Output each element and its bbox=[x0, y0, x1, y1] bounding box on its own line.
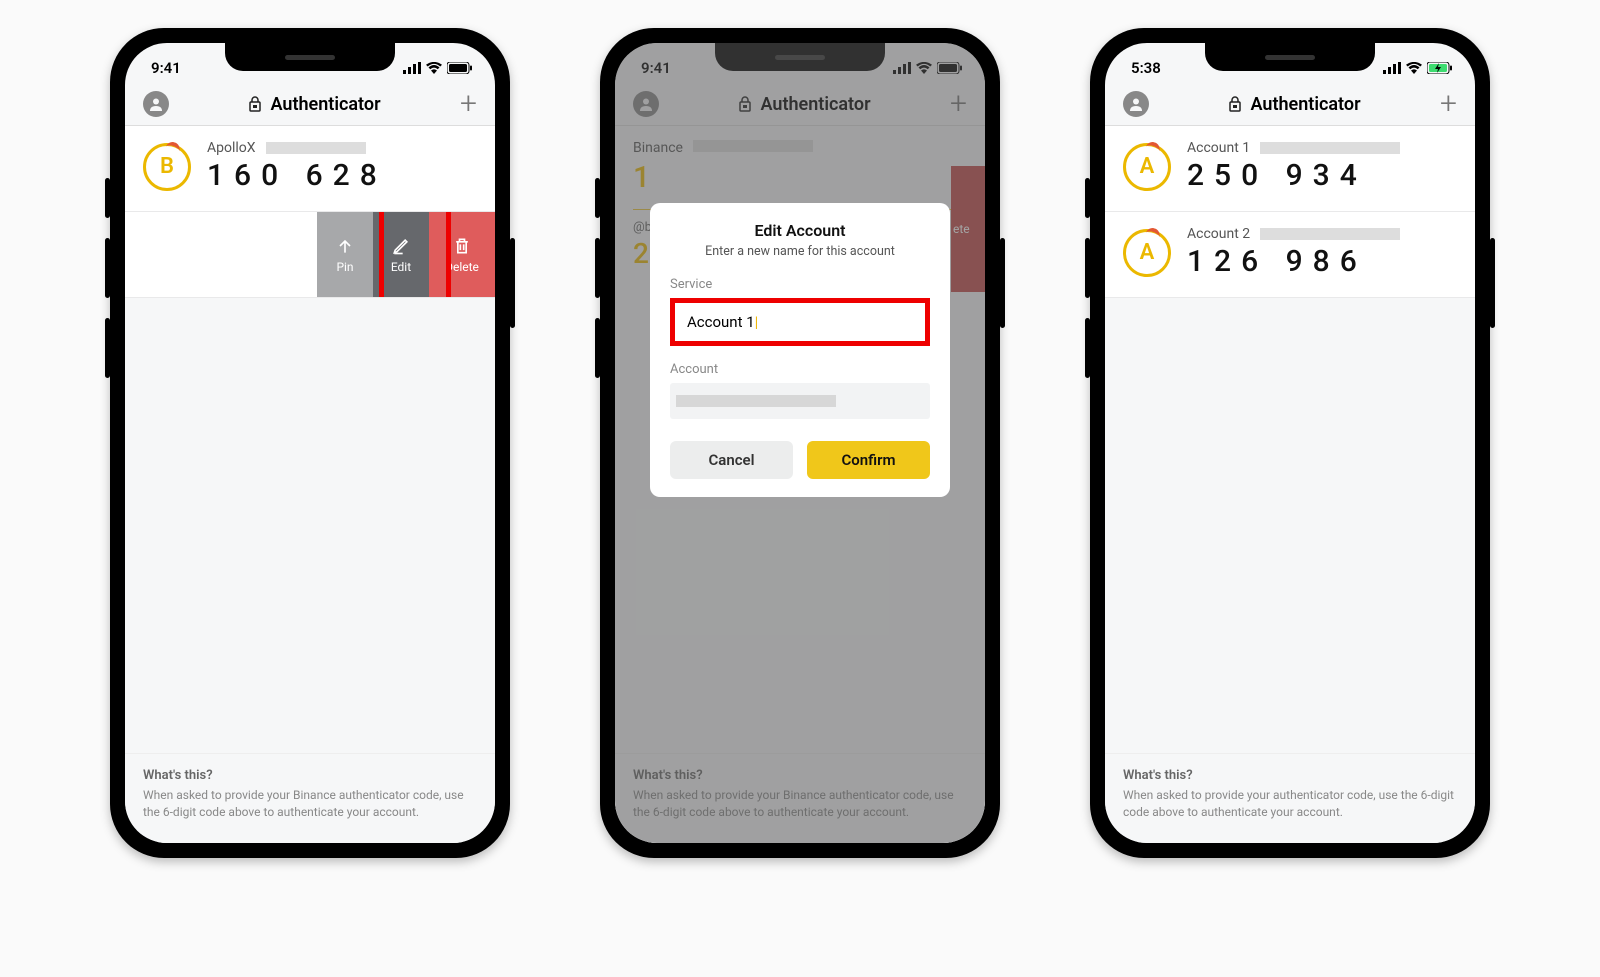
help-footer: What's this? When asked to provide your … bbox=[125, 753, 495, 843]
modal-subtitle: Enter a new name for this account bbox=[670, 244, 930, 259]
edit-button[interactable]: Edit bbox=[373, 212, 429, 297]
wifi-icon bbox=[426, 62, 442, 74]
help-title: What's this? bbox=[143, 768, 477, 783]
delete-button[interactable]: Delete bbox=[429, 212, 495, 297]
screen-3: 5:38 Authenticator + A Accou bbox=[1105, 43, 1475, 843]
account-card[interactable]: A Account 1 250 934 bbox=[1105, 126, 1475, 212]
help-body: When asked to provide your authenticator… bbox=[1123, 787, 1457, 821]
account-name: ApolloX bbox=[207, 140, 256, 156]
device-notch bbox=[225, 43, 395, 71]
cellular-icon bbox=[1383, 62, 1401, 74]
status-icons bbox=[403, 62, 473, 74]
totp-code: 126 986 bbox=[1187, 244, 1457, 279]
progress-ring: A bbox=[1123, 143, 1171, 191]
confirm-button[interactable]: Confirm bbox=[807, 441, 930, 479]
account-list[interactable]: A Account 1 250 934 A Account 2 126 986 bbox=[1105, 126, 1475, 753]
profile-button[interactable] bbox=[143, 91, 169, 117]
phone-frame-2: 9:41 Authenticator + Binance 1 bbox=[600, 28, 1000, 858]
phone-frame-3: 5:38 Authenticator + A Accou bbox=[1090, 28, 1490, 858]
cancel-button[interactable]: Cancel bbox=[670, 441, 793, 479]
account-name: Account 2 bbox=[1187, 226, 1250, 242]
edit-account-modal: Edit Account Enter a new name for this a… bbox=[650, 203, 950, 497]
totp-code: 250 934 bbox=[1187, 158, 1457, 193]
lock-icon bbox=[248, 96, 262, 112]
service-label: Service bbox=[670, 277, 930, 292]
status-time: 9:41 bbox=[151, 59, 181, 77]
lock-icon bbox=[1228, 96, 1242, 112]
device-notch bbox=[1205, 43, 1375, 71]
totp-code: 160 628 bbox=[207, 158, 477, 193]
profile-button[interactable] bbox=[1123, 91, 1149, 117]
status-icons bbox=[1383, 62, 1453, 74]
app-title: Authenticator bbox=[1228, 94, 1360, 115]
trash-icon bbox=[452, 236, 472, 256]
user-icon bbox=[1129, 97, 1143, 111]
add-account-button[interactable]: + bbox=[460, 94, 477, 114]
account-input[interactable] bbox=[670, 383, 930, 419]
redacted-text bbox=[266, 142, 366, 154]
pin-icon bbox=[335, 236, 355, 256]
pin-button[interactable]: Pin bbox=[317, 212, 373, 297]
redacted-text bbox=[1260, 228, 1400, 240]
help-title: What's this? bbox=[1123, 768, 1457, 783]
user-icon bbox=[149, 97, 163, 111]
service-input[interactable]: Account 1| bbox=[670, 298, 930, 346]
phone-frame-1: 9:41 Authenticator + B Apoll bbox=[110, 28, 510, 858]
battery-icon bbox=[447, 62, 473, 74]
battery-charging-icon bbox=[1427, 62, 1453, 74]
screen-1: 9:41 Authenticator + B Apoll bbox=[125, 43, 495, 843]
account-card[interactable]: B ApolloX 160 628 bbox=[125, 126, 495, 212]
account-list[interactable]: B ApolloX 160 628 inance.com 265 bbox=[125, 126, 495, 753]
help-body: When asked to provide your Binance authe… bbox=[143, 787, 477, 821]
app-title: Authenticator bbox=[248, 94, 380, 115]
swipe-actions: Pin Edit Delete bbox=[317, 212, 495, 297]
modal-overlay[interactable]: Edit Account Enter a new name for this a… bbox=[615, 43, 985, 843]
status-time: 5:38 bbox=[1131, 59, 1161, 77]
redacted-text bbox=[676, 395, 836, 407]
progress-ring: A bbox=[1123, 229, 1171, 277]
app-header: Authenticator + bbox=[125, 83, 495, 126]
wifi-icon bbox=[1406, 62, 1422, 74]
account-card-swiped[interactable]: inance.com 265 Pin Edit Delet bbox=[125, 212, 495, 298]
add-account-button[interactable]: + bbox=[1440, 94, 1457, 114]
account-name: Account 1 bbox=[1187, 140, 1250, 156]
redacted-text bbox=[1260, 142, 1400, 154]
progress-ring: B bbox=[143, 143, 191, 191]
app-header: Authenticator + bbox=[1105, 83, 1475, 126]
help-footer: What's this? When asked to provide your … bbox=[1105, 753, 1475, 843]
cellular-icon bbox=[403, 62, 421, 74]
account-card[interactable]: A Account 2 126 986 bbox=[1105, 212, 1475, 298]
edit-icon bbox=[391, 236, 411, 256]
screen-2: 9:41 Authenticator + Binance 1 bbox=[615, 43, 985, 843]
modal-title: Edit Account bbox=[670, 221, 930, 240]
account-label: Account bbox=[670, 362, 930, 377]
